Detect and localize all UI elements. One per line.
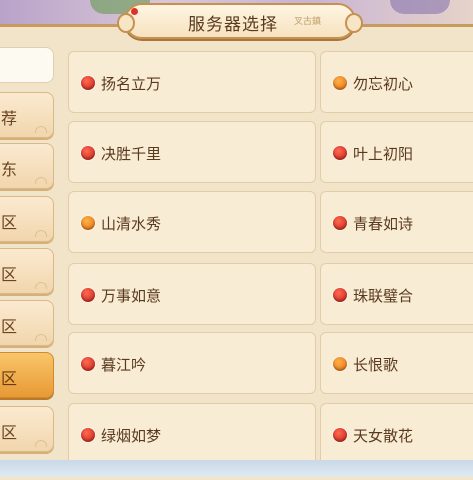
server-card[interactable]: 天女散花 <box>320 403 473 465</box>
cloud-ornament-icon <box>35 230 47 237</box>
status-dot-icon <box>81 146 95 160</box>
server-name: 决胜千里 <box>101 145 162 163</box>
tab-region-4[interactable]: 区 <box>0 248 54 294</box>
server-name: 青春如诗 <box>353 215 414 233</box>
tab-label: 区 <box>1 213 18 232</box>
status-dot-icon <box>81 428 95 442</box>
server-card[interactable]: 暮江吟 <box>68 332 316 394</box>
status-dot-icon <box>333 146 347 160</box>
tab-label: 区 <box>1 423 18 442</box>
bottom-background <box>0 460 473 477</box>
cloud-ornament-icon <box>35 177 47 184</box>
tab-region-5[interactable]: 区 <box>0 300 54 346</box>
status-dot-icon <box>333 288 347 302</box>
status-dot-icon <box>333 357 347 371</box>
server-card[interactable]: 青春如诗 <box>320 191 473 253</box>
title-ornament-right <box>345 13 363 33</box>
server-card[interactable]: 珠联璧合 <box>320 263 473 325</box>
server-card[interactable]: 绿烟如梦 <box>68 403 316 465</box>
tab-region-3[interactable]: 区 <box>0 196 54 242</box>
server-name: 万事如意 <box>101 287 162 305</box>
server-name: 绿烟如梦 <box>101 427 162 445</box>
tab-region-2[interactable]: 东 <box>0 143 54 189</box>
status-dot-icon <box>333 428 347 442</box>
server-card[interactable]: 长恨歌 <box>320 332 473 394</box>
server-name: 扬名立万 <box>101 75 162 93</box>
tab-recommend[interactable]: 荐 <box>0 92 54 138</box>
tab-label: 区 <box>1 265 18 284</box>
status-dot-icon <box>81 216 95 230</box>
server-name: 珠联璧合 <box>353 287 414 305</box>
cloud-ornament-icon <box>35 282 47 289</box>
title-ornament-left <box>117 13 135 33</box>
server-name: 天女散花 <box>353 427 414 445</box>
server-card[interactable]: 决胜千里 <box>68 121 316 183</box>
server-card[interactable]: 扬名立万 <box>68 51 316 113</box>
status-dot-icon <box>333 216 347 230</box>
tab-label: 区 <box>1 317 18 336</box>
server-card[interactable]: 勿忘初心 <box>320 51 473 113</box>
server-card[interactable]: 万事如意 <box>68 263 316 325</box>
cloud-ornament-icon <box>35 334 47 341</box>
status-dot-icon <box>81 357 95 371</box>
cloud-ornament-icon <box>35 440 47 447</box>
server-card[interactable]: 叶上初阳 <box>320 121 473 183</box>
cloud-ornament-icon <box>35 126 47 133</box>
server-card[interactable]: 山清水秀 <box>68 191 316 253</box>
notification-dot-icon <box>131 8 138 15</box>
status-dot-icon <box>333 76 347 90</box>
page-title: 服务器选择 <box>188 15 278 35</box>
tab-region-7[interactable]: 区 <box>0 406 54 452</box>
leaf-decoration <box>390 0 450 14</box>
tab-label: 荐 <box>1 109 18 128</box>
server-name: 叶上初阳 <box>353 145 414 163</box>
server-name: 暮江吟 <box>101 356 147 374</box>
tab-label: 东 <box>1 160 18 179</box>
server-name: 长恨歌 <box>353 356 399 374</box>
tab-blank[interactable] <box>0 47 54 83</box>
status-dot-icon <box>81 288 95 302</box>
tab-label: 区 <box>1 369 18 388</box>
status-dot-icon <box>81 76 95 90</box>
title-watermark: 叉古鎮 <box>294 17 322 27</box>
tab-region-active[interactable]: 区 <box>0 352 54 398</box>
server-name: 山清水秀 <box>101 215 162 233</box>
server-name: 勿忘初心 <box>353 75 414 93</box>
